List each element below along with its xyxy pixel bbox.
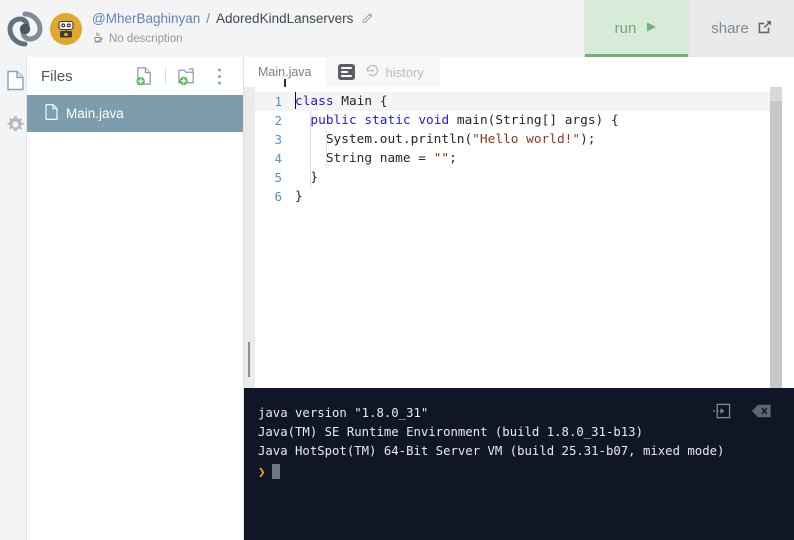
- editor-drag-strip[interactable]: [244, 87, 255, 388]
- history-revert-glyph: [366, 64, 378, 77]
- play-glyph: [647, 22, 657, 31]
- actions-divider: [165, 68, 166, 84]
- console-tools: [712, 402, 772, 420]
- code-line-text: class Main {: [295, 94, 388, 109]
- left-rail: [0, 57, 27, 540]
- console-cursor: [271, 464, 280, 479]
- line-number: 5: [274, 170, 282, 185]
- project-description-row: No description: [92, 30, 584, 48]
- project-info: @MherBaghinyan / AdoredKindLanservers No…: [92, 0, 584, 57]
- code-line: public static void main(String[] args) {: [289, 111, 782, 130]
- files-more-button[interactable]: [205, 63, 233, 89]
- console-line: java version "1.8.0_31": [258, 406, 429, 420]
- code-line-text: }: [295, 170, 319, 185]
- document-lines-icon[interactable]: [337, 64, 355, 80]
- file-page-icon: [6, 70, 24, 90]
- line-number: 2: [274, 113, 282, 128]
- code-line: String name = "";: [289, 149, 782, 168]
- tab-label: Main.java: [258, 65, 312, 79]
- share-button[interactable]: share: [689, 0, 794, 57]
- line-number: 4: [274, 151, 282, 166]
- indent-guide: [310, 111, 311, 187]
- project-name[interactable]: AdoredKindLanservers: [216, 11, 353, 26]
- run-label: run: [614, 20, 637, 37]
- share-export-glyph: [758, 20, 771, 33]
- history-revert-icon: [365, 63, 380, 81]
- project-title-row: @MherBaghinyan / AdoredKindLanservers: [92, 11, 584, 26]
- console-prompt-symbol: ❯: [258, 464, 266, 479]
- run-button[interactable]: run: [584, 0, 689, 57]
- line-number: 6: [274, 189, 282, 204]
- line-number-gutter: 1 2 3 4 5 6: [255, 87, 289, 388]
- console-line: Java HotSpot(TM) 64-Bit Server VM (build…: [258, 444, 725, 458]
- codeanywhere-spiral-logo-icon: [7, 11, 43, 46]
- new-folder-button[interactable]: [173, 63, 201, 89]
- code-text[interactable]: class Main { public static void main(Str…: [289, 87, 782, 388]
- share-export-icon: [757, 19, 773, 39]
- editor-tabbar: Main.java history: [244, 57, 782, 87]
- console-panel[interactable]: java version "1.8.0_31" Java(TM) SE Runt…: [244, 388, 794, 540]
- avatar[interactable]: [50, 12, 82, 45]
- code-line-text: String name = "";: [295, 151, 457, 166]
- code-line: class Main {: [289, 92, 782, 111]
- code-line: System.out.println("Hello world!");: [289, 130, 782, 149]
- new-folder-icon: [177, 67, 194, 85]
- code-line-text: public static void main(String[] args) {: [310, 113, 619, 128]
- pencil-icon[interactable]: [361, 12, 374, 25]
- doc-line-3: [340, 75, 352, 77]
- project-path-separator: /: [206, 11, 211, 26]
- java-cup-glyph: [94, 32, 103, 43]
- share-label: share: [711, 20, 749, 37]
- editor-tab-tools: history: [325, 57, 440, 87]
- text-caret: [295, 92, 296, 109]
- ide-window: @MherBaghinyan / AdoredKindLanservers No…: [0, 0, 794, 540]
- files-panel-title: Files: [41, 67, 73, 85]
- java-cup-icon: [92, 30, 104, 48]
- project-description: No description: [109, 33, 183, 45]
- console-line: Java(TM) SE Runtime Environment (build 1…: [258, 425, 643, 439]
- more-vertical-icon: [217, 68, 221, 84]
- tab-main-java[interactable]: Main.java: [244, 57, 326, 87]
- history-label: history: [385, 64, 424, 80]
- files-sidebar: Files Main.java: [27, 57, 244, 540]
- indent-guide: [326, 130, 327, 168]
- clear-console-icon[interactable]: [751, 403, 772, 419]
- file-item-main-java[interactable]: Main.java: [27, 95, 243, 132]
- project-owner[interactable]: @MherBaghinyan: [92, 11, 200, 26]
- pencil-glyph: [362, 13, 373, 23]
- rail-files[interactable]: [4, 69, 26, 91]
- rail-settings[interactable]: [4, 113, 26, 135]
- app-logo[interactable]: [0, 0, 50, 57]
- open-in-window-glyph: [712, 403, 731, 419]
- app-header: @MherBaghinyan / AdoredKindLanservers No…: [0, 0, 794, 57]
- doc-line-2: [340, 71, 349, 73]
- new-file-icon: [135, 66, 151, 85]
- file-item-label: Main.java: [66, 106, 124, 121]
- line-number: 1: [255, 92, 289, 111]
- files-header: Files: [27, 57, 243, 95]
- files-actions: [130, 63, 233, 89]
- robot-avatar-icon: [58, 20, 74, 37]
- gear-icon: [6, 115, 24, 131]
- editor-region: Main.java history 1 2 3 4 5 6 class Main…: [244, 57, 782, 418]
- line-number: 3: [274, 132, 282, 147]
- splitter-handle[interactable]: [248, 342, 250, 377]
- file-icon: [45, 104, 58, 123]
- code-line-text: System.out.println("Hello world!");: [295, 132, 596, 147]
- console-prompt-row[interactable]: ❯: [258, 462, 780, 481]
- code-line-text: }: [295, 189, 303, 204]
- history-button[interactable]: history: [365, 63, 424, 81]
- new-file-button[interactable]: [130, 63, 158, 89]
- code-area[interactable]: 1 2 3 4 5 6 class Main { public static v…: [244, 87, 782, 418]
- code-line: }: [289, 168, 782, 187]
- editor-vertical-scrollbar[interactable]: [770, 87, 782, 418]
- file-glyph: [45, 104, 58, 120]
- open-in-window-icon[interactable]: [712, 402, 731, 420]
- doc-line-1: [340, 67, 352, 69]
- code-line: }: [289, 187, 782, 206]
- play-icon: [644, 20, 658, 38]
- clear-console-glyph: [751, 404, 771, 418]
